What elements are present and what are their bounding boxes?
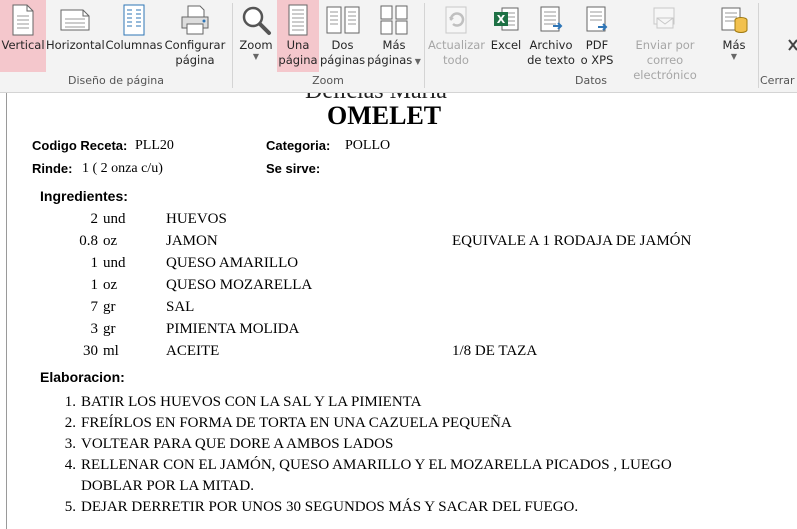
- ingredient-unit: und: [103, 211, 126, 227]
- ingredient-quantity: 0.8: [79, 233, 98, 249]
- refresh-all-button[interactable]: Actualizar todo: [428, 0, 485, 72]
- refresh-icon: [445, 6, 467, 34]
- columns-icon: [123, 4, 145, 36]
- database-export-icon: [721, 7, 748, 33]
- one-page-button[interactable]: Una página: [277, 0, 319, 72]
- step-number: 5.: [64, 499, 76, 515]
- printer-icon: [181, 5, 209, 35]
- step-text: BATIR LOS HUEVOS CON LA SAL Y LA PIMIENT…: [81, 394, 422, 410]
- two-pages-icon: [326, 6, 359, 34]
- export-pdf-xps-button[interactable]: PDF o XPS: [577, 0, 617, 72]
- codigo-label: Codigo Receta:: [32, 138, 128, 153]
- ingredient-unit: oz: [103, 277, 118, 293]
- more-pages-button[interactable]: Más páginas ▼: [366, 0, 422, 72]
- export-excel-button[interactable]: X Excel: [486, 0, 526, 72]
- ingredient-name: JAMON: [166, 233, 218, 249]
- step-text: FREÍRLOS EN FORMA DE TORTA EN UNA CAZUEL…: [81, 415, 512, 431]
- print-preview-ribbon: Vertical Horizontal Columnas Configurar …: [0, 0, 797, 93]
- svg-text:X: X: [497, 13, 506, 26]
- text-file-icon: [540, 6, 563, 32]
- step-text-continued: DOBLAR POR LA MITAD.: [81, 478, 254, 494]
- ingredient-unit: oz: [103, 233, 118, 249]
- group-label-data: Datos: [575, 74, 607, 87]
- step-text: RELLENAR CON EL JAMÓN, QUESO AMARILLO Y …: [81, 457, 672, 473]
- ingredient-name: QUESO AMARILLO: [166, 255, 299, 271]
- close-icon: [788, 39, 797, 51]
- ingredient-quantity: 1: [90, 277, 99, 293]
- chevron-down-icon: ▼: [252, 52, 260, 61]
- chevron-down-icon: ▼: [730, 52, 738, 61]
- excel-icon: X: [494, 7, 519, 31]
- step-number: 4.: [64, 457, 76, 473]
- two-pages-button[interactable]: Dos páginas: [320, 0, 365, 72]
- ingredient-quantity: 1: [90, 255, 99, 271]
- close-preview-button[interactable]: [786, 38, 797, 52]
- step-text: DEJAR DERRETIR POR UNOS 30 SEGUNDOS MÁS …: [81, 499, 579, 515]
- step-number: 1.: [64, 394, 76, 410]
- ingredientes-heading: Ingredientes:: [40, 188, 128, 204]
- page-left-edge: [6, 93, 7, 529]
- pdf-icon: [586, 6, 608, 32]
- ingredient-quantity: 2: [90, 211, 99, 227]
- page-setup-button[interactable]: Configurar página: [164, 0, 226, 72]
- horizontal-orientation-button[interactable]: Horizontal: [46, 0, 105, 72]
- ingredient-name: SAL: [166, 299, 195, 315]
- single-page-icon: [288, 4, 308, 36]
- ingredient-quantity: 7: [90, 299, 99, 315]
- ingredient-unit: ml: [103, 343, 119, 359]
- vertical-orientation-button[interactable]: Vertical: [0, 0, 46, 72]
- se-sirve-label: Se sirve:: [266, 161, 321, 176]
- group-label-zoom: Zoom: [312, 74, 344, 87]
- step-number: 3.: [64, 436, 76, 452]
- chevron-down-icon: ▼: [412, 57, 421, 66]
- ingredient-unit: gr: [103, 321, 116, 337]
- ingredient-note: EQUIVALE A 1 RODAJA DE JAMÓN: [452, 233, 692, 249]
- recipe-title: OMELET: [327, 101, 442, 130]
- ingredient-name: ACEITE: [166, 343, 220, 359]
- multiple-pages-icon: [380, 5, 408, 35]
- ingredient-quantity: 30: [83, 343, 98, 359]
- step-number: 2.: [64, 415, 76, 431]
- export-text-file-button[interactable]: Archivo de texto: [527, 0, 575, 72]
- codigo-value: PLL20: [135, 138, 174, 153]
- envelope-icon: [653, 7, 675, 29]
- ingredient-quantity: 3: [90, 321, 99, 337]
- rinde-value: 1 ( 2 onza c/u): [82, 161, 163, 176]
- rinde-label: Rinde:: [32, 161, 73, 176]
- ingredient-note: 1/8 DE TAZA: [452, 343, 538, 359]
- landscape-page-icon: [60, 9, 90, 31]
- zoom-button[interactable]: Zoom ▼: [236, 0, 276, 72]
- group-label-page-design: Diseño de página: [68, 74, 164, 87]
- email-button[interactable]: Enviar por correo electrónico: [618, 0, 712, 82]
- report-preview-page: Delicias Maria OMELET Codigo Receta: PLL…: [0, 93, 797, 529]
- ingredient-name: QUESO MOZARELLA: [166, 277, 313, 293]
- ingredient-unit: und: [103, 255, 126, 271]
- ingredient-name: HUEVOS: [166, 211, 227, 227]
- categoria-label: Categoria:: [266, 138, 331, 153]
- more-button[interactable]: Más ▼: [714, 0, 754, 72]
- columns-button[interactable]: Columnas: [105, 0, 163, 72]
- group-separator: [758, 3, 759, 88]
- elaboracion-heading: Elaboracion:: [40, 369, 125, 385]
- magnifier-icon: [242, 6, 271, 35]
- portrait-page-icon: [12, 4, 34, 36]
- ingredient-name: PIMIENTA MOLIDA: [166, 321, 300, 337]
- step-text: VOLTEAR PARA QUE DORE A AMBOS LADOS: [81, 436, 394, 452]
- ingredient-unit: gr: [103, 299, 116, 315]
- group-label-close: Cerrar v: [760, 74, 797, 87]
- categoria-value: POLLO: [345, 138, 391, 153]
